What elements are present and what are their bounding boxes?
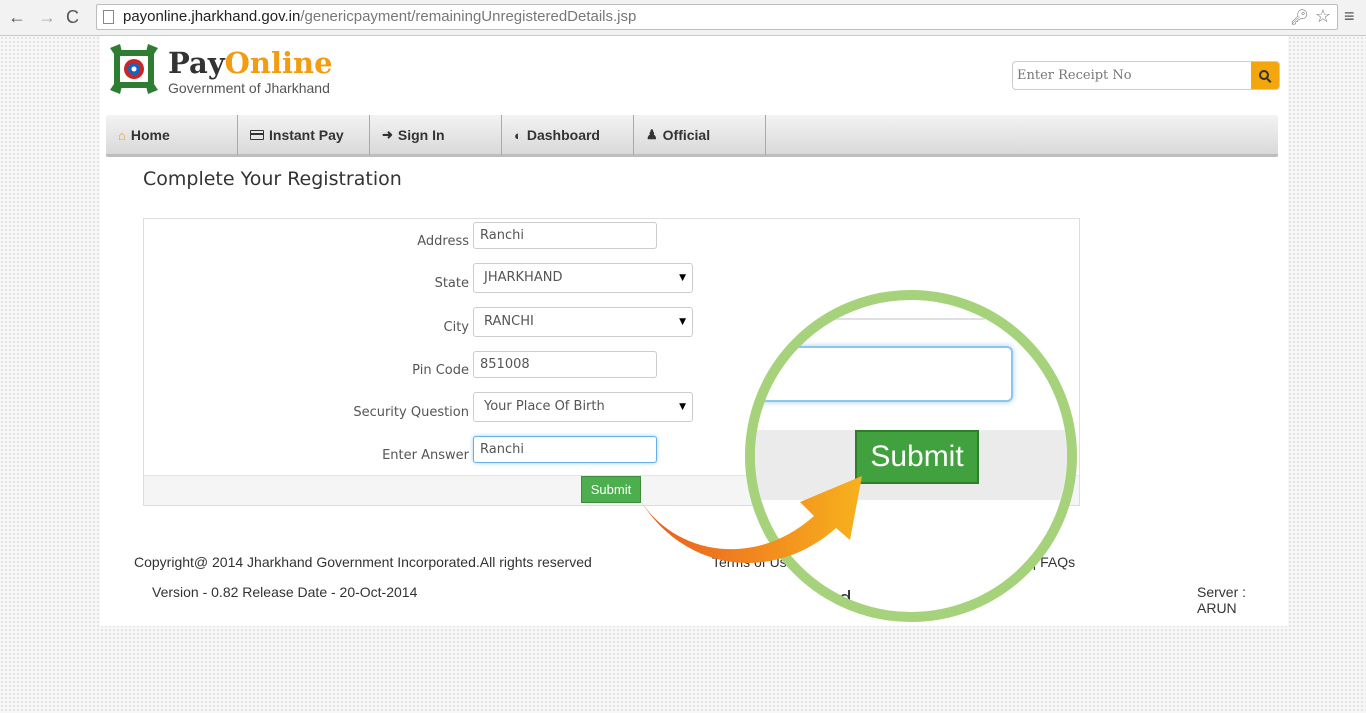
nav-instant-pay-label: Instant Pay bbox=[269, 127, 344, 143]
main-navbar: ⌂ Home Instant Pay ➜ Sign In ◐ Dashboard… bbox=[106, 115, 1278, 157]
receipt-search bbox=[1012, 61, 1280, 90]
state-select[interactable]: JHARKHAND ▼ bbox=[473, 263, 693, 293]
city-select[interactable]: RANCHI ▼ bbox=[473, 307, 693, 337]
browser-menu-icon[interactable]: ≡ bbox=[1344, 6, 1355, 27]
nav-dashboard[interactable]: ◐ Dashboard bbox=[502, 115, 634, 155]
security-question-value: Your Place Of Birth bbox=[484, 399, 605, 414]
footer-version: Version - 0.82 Release Date - 20-Oct-201… bbox=[152, 584, 418, 600]
home-icon: ⌂ bbox=[118, 127, 126, 143]
brand-online: Online bbox=[224, 46, 333, 80]
key-icon[interactable]: 🔑︎ bbox=[1290, 8, 1309, 26]
bookmark-star-icon[interactable]: ☆ bbox=[1315, 6, 1331, 27]
page-icon bbox=[103, 10, 114, 24]
footer-copyright: Copyright@ 2014 Jharkhand Government Inc… bbox=[134, 554, 592, 570]
browser-toolbar: ← → C payonline.jharkhand.gov.in/generic… bbox=[0, 0, 1366, 36]
nav-home-label: Home bbox=[130, 127, 170, 143]
chevron-down-icon: ▼ bbox=[679, 317, 686, 327]
address-bar[interactable]: payonline.jharkhand.gov.in/genericpaymen… bbox=[96, 4, 1338, 30]
user-icon: ♟ bbox=[646, 127, 658, 142]
forward-arrow-icon[interactable]: → bbox=[38, 6, 56, 28]
security-question-select[interactable]: Your Place Of Birth ▼ bbox=[473, 392, 693, 422]
zoom-answer-field bbox=[755, 346, 1013, 402]
nav-instant-pay[interactable]: Instant Pay bbox=[238, 115, 370, 155]
state-label: State bbox=[434, 276, 469, 291]
url-path: /genericpayment/remainingUnregisteredDet… bbox=[300, 8, 637, 25]
footer-server: Server : ARUN bbox=[1197, 584, 1247, 616]
chevron-down-icon: ▼ bbox=[679, 402, 686, 412]
city-label: City bbox=[443, 320, 469, 335]
submit-button[interactable]: Submit bbox=[581, 476, 641, 503]
nav-sign-in[interactable]: ➜ Sign In bbox=[370, 115, 502, 155]
address-label: Address bbox=[417, 234, 469, 249]
pin-code-field[interactable]: 851008 bbox=[473, 351, 657, 378]
dashboard-icon: ◐ bbox=[514, 127, 522, 143]
brand-pay: Pay bbox=[168, 46, 225, 80]
brand-subtitle: Government of Jharkhand bbox=[168, 80, 330, 96]
state-select-value: JHARKHAND bbox=[484, 270, 563, 285]
answer-field[interactable]: Ranchi bbox=[473, 436, 657, 463]
address-field[interactable]: Ranchi bbox=[473, 222, 657, 249]
page-title: Complete Your Registration bbox=[143, 168, 402, 190]
reload-icon[interactable]: C bbox=[66, 6, 79, 28]
receipt-search-button[interactable] bbox=[1251, 62, 1279, 89]
security-question-label: Security Question bbox=[353, 405, 469, 420]
answer-label: Enter Answer bbox=[382, 448, 469, 463]
nav-home[interactable]: ⌂ Home bbox=[106, 115, 238, 155]
sign-in-icon: ➜ bbox=[382, 127, 393, 142]
credit-card-icon bbox=[250, 130, 264, 140]
zoom-divider bbox=[795, 318, 985, 320]
url-text[interactable]: payonline.jharkhand.gov.in/genericpaymen… bbox=[123, 8, 636, 25]
brand-logo-text[interactable]: PayOnline bbox=[168, 46, 333, 80]
pin-code-label: Pin Code bbox=[412, 363, 469, 378]
receipt-search-input[interactable] bbox=[1013, 62, 1253, 89]
chevron-down-icon: ▼ bbox=[679, 273, 686, 283]
url-domain: payonline.jharkhand.gov.in bbox=[123, 8, 301, 25]
nav-sign-in-label: Sign In bbox=[397, 127, 445, 143]
jharkhand-emblem-icon bbox=[110, 44, 158, 94]
city-select-value: RANCHI bbox=[484, 314, 534, 329]
nav-official-label: Official bbox=[662, 127, 711, 143]
back-arrow-icon[interactable]: ← bbox=[8, 6, 26, 28]
nav-dashboard-label: Dashboard bbox=[526, 127, 600, 143]
nav-official[interactable]: ♟ Official bbox=[634, 115, 766, 155]
callout-arrow-icon bbox=[640, 476, 862, 563]
zoom-text-fragment: od bbox=[827, 586, 852, 611]
search-icon bbox=[1259, 69, 1269, 80]
